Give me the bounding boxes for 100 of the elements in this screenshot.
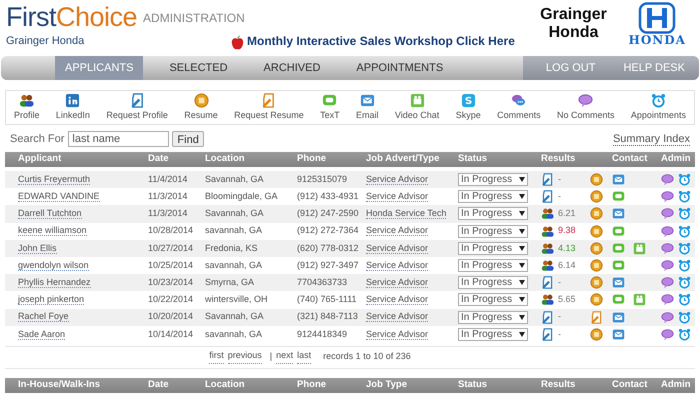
- alarm-clock-icon[interactable]: [678, 207, 691, 220]
- people-icon[interactable]: [541, 259, 554, 272]
- nav-tab[interactable]: ARCHIVED: [254, 56, 330, 80]
- comments-icon[interactable]: [511, 92, 526, 108]
- applicant-link[interactable]: gwendolyn wilson: [18, 260, 89, 271]
- document-pencil-icon[interactable]: [261, 92, 276, 108]
- coin-icon[interactable]: [590, 293, 603, 306]
- document-pencil-icon[interactable]: [541, 310, 554, 324]
- coin-icon[interactable]: [590, 259, 603, 272]
- pagination-link[interactable]: next: [276, 349, 294, 364]
- status-select[interactable]: In Progress: [458, 293, 528, 306]
- speech-bubble-icon[interactable]: [578, 92, 594, 108]
- document-pencil-icon[interactable]: [130, 92, 145, 108]
- alarm-clock-icon[interactable]: [678, 276, 691, 290]
- job-link[interactable]: Service Advisor: [366, 276, 428, 288]
- envelope-icon[interactable]: [612, 207, 625, 220]
- chat-bubble-icon[interactable]: [612, 190, 625, 204]
- applicant-link[interactable]: Curtis Freyermuth: [18, 174, 90, 185]
- video-camera-icon[interactable]: [633, 242, 646, 255]
- coin-icon[interactable]: [590, 224, 603, 238]
- speech-bubble-icon[interactable]: [661, 293, 674, 306]
- coin-icon[interactable]: [590, 207, 603, 220]
- speech-bubble-icon[interactable]: [661, 173, 674, 186]
- alarm-clock-icon[interactable]: [678, 173, 691, 186]
- applicant-link[interactable]: Darrell Tutchton: [18, 208, 82, 220]
- job-link[interactable]: Service Advisor: [366, 174, 428, 185]
- chat-bubble-icon[interactable]: [612, 242, 625, 255]
- document-pencil-icon[interactable]: [541, 276, 554, 290]
- video-camera-icon[interactable]: [633, 293, 646, 306]
- alarm-clock-icon[interactable]: [678, 224, 691, 238]
- speech-bubble-icon[interactable]: [661, 224, 674, 238]
- job-link[interactable]: Service Advisor: [366, 260, 428, 271]
- envelope-icon[interactable]: [612, 328, 625, 341]
- speech-bubble-icon[interactable]: [661, 259, 674, 272]
- speech-bubble-icon[interactable]: [661, 242, 674, 255]
- people-icon[interactable]: [541, 293, 554, 306]
- alarm-clock-icon[interactable]: [678, 293, 691, 306]
- alarm-clock-icon[interactable]: [678, 310, 691, 324]
- document-pencil-icon[interactable]: [590, 310, 603, 324]
- applicant-link[interactable]: keene williamson: [18, 225, 87, 236]
- status-select[interactable]: In Progress: [458, 190, 528, 204]
- alarm-clock-icon[interactable]: [678, 242, 691, 255]
- coin-icon[interactable]: [590, 276, 603, 290]
- video-camera-icon[interactable]: [410, 92, 425, 108]
- envelope-icon[interactable]: [612, 310, 625, 324]
- job-link[interactable]: Service Advisor: [366, 294, 428, 306]
- chat-bubble-icon[interactable]: [612, 293, 625, 306]
- applicant-link[interactable]: Phyllis Hernandez: [18, 276, 91, 288]
- applicant-link[interactable]: Sade Aaron: [18, 328, 66, 340]
- document-pencil-icon[interactable]: [541, 173, 554, 186]
- people-icon[interactable]: [19, 92, 34, 108]
- people-icon[interactable]: [541, 242, 554, 255]
- coin-icon[interactable]: [590, 328, 603, 341]
- envelope-icon[interactable]: [612, 276, 625, 290]
- job-link[interactable]: Service Advisor: [366, 225, 428, 236]
- chat-bubble-icon[interactable]: [612, 224, 625, 238]
- status-select[interactable]: In Progress: [458, 207, 528, 220]
- status-select[interactable]: In Progress: [458, 276, 528, 290]
- pagination-link[interactable]: previous: [228, 349, 262, 364]
- alarm-clock-icon[interactable]: [678, 328, 691, 341]
- pagination-link[interactable]: last: [297, 349, 312, 364]
- coin-icon[interactable]: [194, 92, 209, 108]
- document-pencil-icon[interactable]: [541, 190, 554, 204]
- job-link[interactable]: Service Advisor: [366, 328, 428, 340]
- linkedin-icon[interactable]: [65, 92, 80, 108]
- speech-bubble-icon[interactable]: [661, 190, 674, 204]
- alarm-clock-icon[interactable]: [678, 259, 691, 272]
- document-pencil-icon[interactable]: [541, 328, 554, 341]
- status-select[interactable]: In Progress: [458, 242, 528, 255]
- people-icon[interactable]: [541, 207, 554, 220]
- applicant-link[interactable]: John Ellis: [18, 242, 57, 254]
- status-select[interactable]: In Progress: [458, 173, 528, 186]
- speech-bubble-icon[interactable]: [661, 276, 674, 290]
- speech-bubble-icon[interactable]: [661, 328, 674, 341]
- coin-icon[interactable]: [590, 190, 603, 204]
- status-select[interactable]: In Progress: [458, 224, 528, 238]
- find-button[interactable]: Find: [172, 131, 204, 147]
- job-link[interactable]: Service Advisor: [366, 191, 428, 202]
- chat-bubble-icon[interactable]: [612, 259, 625, 272]
- status-select[interactable]: In Progress: [458, 328, 528, 341]
- nav-tab[interactable]: APPOINTMENTS: [346, 56, 454, 80]
- applicant-link[interactable]: EDWARD VANDINE: [18, 191, 100, 202]
- coin-icon[interactable]: [590, 242, 603, 255]
- envelope-icon[interactable]: [612, 173, 625, 186]
- skype-icon[interactable]: [460, 92, 476, 108]
- job-link[interactable]: Service Advisor: [366, 242, 428, 254]
- alarm-clock-icon[interactable]: [678, 190, 691, 204]
- job-link[interactable]: Honda Service Tech: [366, 208, 446, 220]
- envelope-icon[interactable]: [360, 92, 375, 108]
- people-icon[interactable]: [541, 224, 554, 238]
- speech-bubble-icon[interactable]: [661, 207, 674, 220]
- job-link[interactable]: Service Advisor: [366, 311, 428, 322]
- promo-link[interactable]: Monthly Interactive Sales Workshop Click Here: [247, 32, 515, 50]
- applicant-link[interactable]: Rachel Foye: [18, 311, 69, 322]
- search-field[interactable]: last name: [68, 131, 170, 147]
- summary-index-link[interactable]: Summary Index: [612, 132, 690, 146]
- chat-bubble-icon[interactable]: [322, 92, 338, 108]
- nav-tab[interactable]: SELECTED: [159, 56, 238, 80]
- status-select[interactable]: In Progress: [458, 310, 528, 324]
- status-select[interactable]: In Progress: [458, 259, 528, 272]
